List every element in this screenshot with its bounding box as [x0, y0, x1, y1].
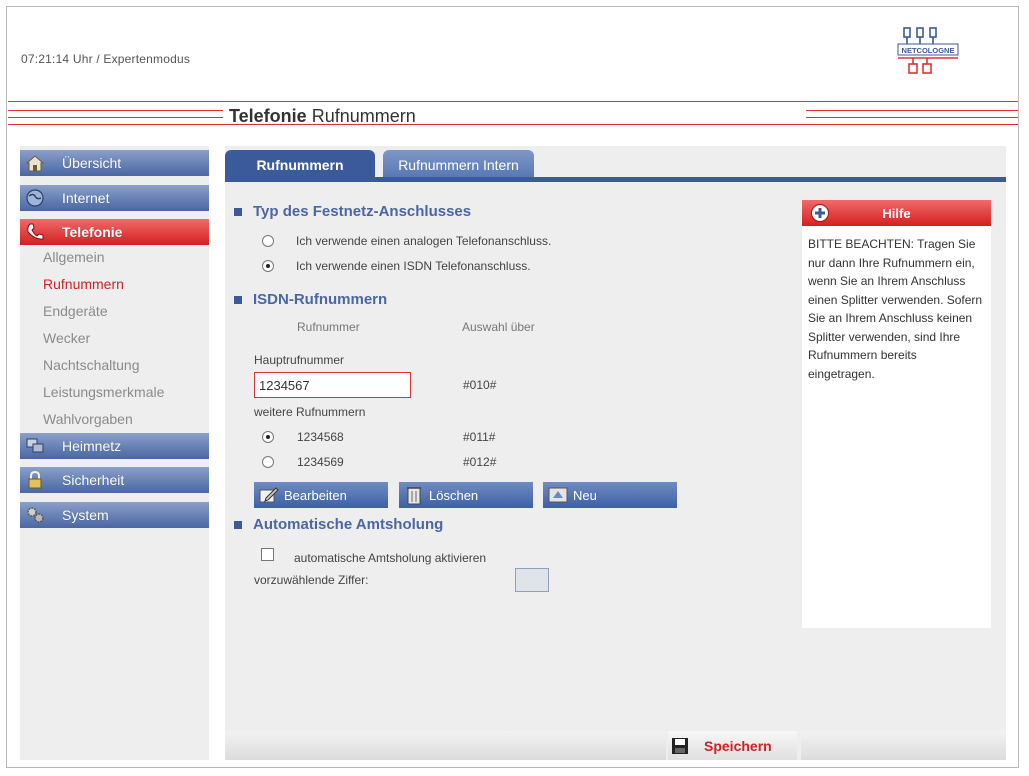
- section-festnetz-title: Typ des Festnetz-Anschlusses: [253, 203, 472, 220]
- tab-bar-line: [225, 177, 1006, 182]
- radio-analog-label: Ich verwende einen analogen Telefonansch…: [296, 234, 552, 248]
- edit-button[interactable]: Bearbeiten: [254, 482, 388, 508]
- subnav-allgemein[interactable]: Allgemein: [43, 249, 104, 265]
- sidebar-item-heimnetz[interactable]: Heimnetz: [20, 433, 209, 459]
- subnav-wecker[interactable]: Wecker: [43, 330, 90, 346]
- section-isdn: ISDN-Rufnummern: [234, 291, 387, 308]
- lock-icon: [24, 470, 46, 490]
- main-content: Rufnummern Rufnummern Intern Typ des Fes…: [225, 146, 1006, 760]
- sidebar-item-label: System: [62, 507, 109, 523]
- sidebar-item-telefonie[interactable]: Telefonie: [20, 219, 209, 245]
- sidebar-item-label: Heimnetz: [62, 438, 122, 454]
- sidebar-item-system[interactable]: System: [20, 502, 209, 528]
- edit-icon: [257, 484, 281, 506]
- radio-isdn[interactable]: [262, 260, 274, 272]
- sidebar-item-label: Telefonie: [62, 224, 123, 240]
- bullet-icon: [234, 520, 242, 529]
- delete-button[interactable]: Löschen: [399, 482, 533, 508]
- sidebar-item-internet[interactable]: Internet: [20, 185, 209, 211]
- bullet-icon: [234, 207, 242, 216]
- title-rule-right: [806, 101, 1018, 125]
- sidebar-item-label: Übersicht: [62, 155, 122, 171]
- sidebar-item-label: Internet: [62, 190, 110, 206]
- network-icon: [24, 436, 46, 456]
- status-text: 07:21:14 Uhr / Expertenmodus: [21, 52, 191, 66]
- netcologne-logo: NETCOLOGNE: [893, 22, 963, 92]
- help-panel: Hilfe BITTE BEACHTEN: Tragen Sie nur dan…: [802, 200, 991, 628]
- footer-right: [801, 731, 1006, 760]
- svg-text:NETCOLOGNE: NETCOLOGNE: [902, 46, 955, 55]
- floppy-disk-icon: [670, 736, 690, 756]
- phone-icon: [24, 222, 46, 242]
- save-button[interactable]: Speichern: [668, 731, 797, 760]
- number-1-value: 1234568: [297, 430, 344, 444]
- column-header-rufnummer: Rufnummer: [297, 320, 360, 334]
- help-title: Hilfe: [882, 205, 911, 221]
- sidebar-item-label: Sicherheit: [62, 472, 125, 488]
- trash-icon: [402, 484, 426, 506]
- radio-analog[interactable]: [262, 235, 274, 247]
- column-header-auswahl: Auswahl über: [462, 320, 535, 334]
- digit-label: vorzuwählende Ziffer:: [254, 573, 369, 587]
- section-isdn-title: ISDN-Rufnummern: [253, 291, 388, 308]
- main-number-input[interactable]: [254, 372, 411, 398]
- home-icon: [24, 153, 46, 173]
- subnav-leistungsmerkmale[interactable]: Leistungsmerkmale: [43, 384, 164, 400]
- section-festnetz: Typ des Festnetz-Anschlusses: [234, 203, 471, 220]
- main-number-label: Hauptrufnummer: [254, 353, 345, 367]
- new-button-label: Neu: [573, 487, 597, 503]
- number-2-code: #012#: [463, 455, 497, 469]
- delete-button-label: Löschen: [429, 487, 479, 503]
- amtsholung-checkbox-label: automatische Amtsholung aktivieren: [294, 551, 487, 565]
- number-1-code: #011#: [463, 430, 496, 444]
- page-title-section: Telefonie: [229, 106, 307, 126]
- radio-isdn-label: Ich verwende einen ISDN Telefonanschluss…: [296, 259, 531, 273]
- edit-button-label: Bearbeiten: [284, 487, 347, 503]
- more-numbers-label: weitere Rufnummern: [254, 405, 366, 419]
- save-button-label: Speichern: [704, 737, 772, 754]
- footer-bar: Speichern: [225, 731, 1006, 760]
- title-rule-left: [8, 101, 223, 125]
- new-button[interactable]: Neu: [543, 482, 677, 508]
- number-2-value: 1234569: [297, 455, 344, 469]
- page-title-page: Rufnummern: [306, 106, 416, 126]
- subnav-rufnummern[interactable]: Rufnummern: [43, 276, 124, 292]
- subnav-nachtschaltung[interactable]: Nachtschaltung: [43, 357, 140, 373]
- section-amtsholung-title: Automatische Amtsholung: [253, 516, 444, 533]
- section-amtsholung: Automatische Amtsholung: [234, 516, 443, 533]
- subnav-endgeraete[interactable]: Endgeräte: [43, 303, 108, 319]
- subnav-wahlvorgaben[interactable]: Wahlvorgaben: [43, 411, 133, 427]
- new-icon: [546, 484, 570, 506]
- tab-rufnummern-intern[interactable]: Rufnummern Intern: [383, 150, 534, 179]
- sidebar-item-uebersicht[interactable]: Übersicht: [20, 150, 209, 176]
- help-text: BITTE BEACHTEN: Tragen Sie nur dann Ihre…: [808, 237, 983, 381]
- tab-rufnummern[interactable]: Rufnummern: [225, 150, 375, 179]
- globe-icon: [24, 188, 46, 208]
- radio-number-1[interactable]: [262, 431, 274, 443]
- bullet-icon: [234, 295, 242, 304]
- sidebar-item-sicherheit[interactable]: Sicherheit: [20, 467, 209, 493]
- gears-icon: [24, 505, 46, 525]
- radio-number-2[interactable]: [262, 456, 274, 468]
- digit-input[interactable]: [515, 568, 549, 592]
- footer-left: [225, 731, 666, 760]
- main-number-code: #010#: [463, 378, 497, 392]
- page-title: Telefonie Rufnummern: [229, 106, 416, 127]
- sidebar: Übersicht Internet Telefonie Allgemein R…: [20, 146, 209, 760]
- amtsholung-checkbox[interactable]: [261, 548, 274, 561]
- help-header[interactable]: Hilfe: [802, 200, 991, 226]
